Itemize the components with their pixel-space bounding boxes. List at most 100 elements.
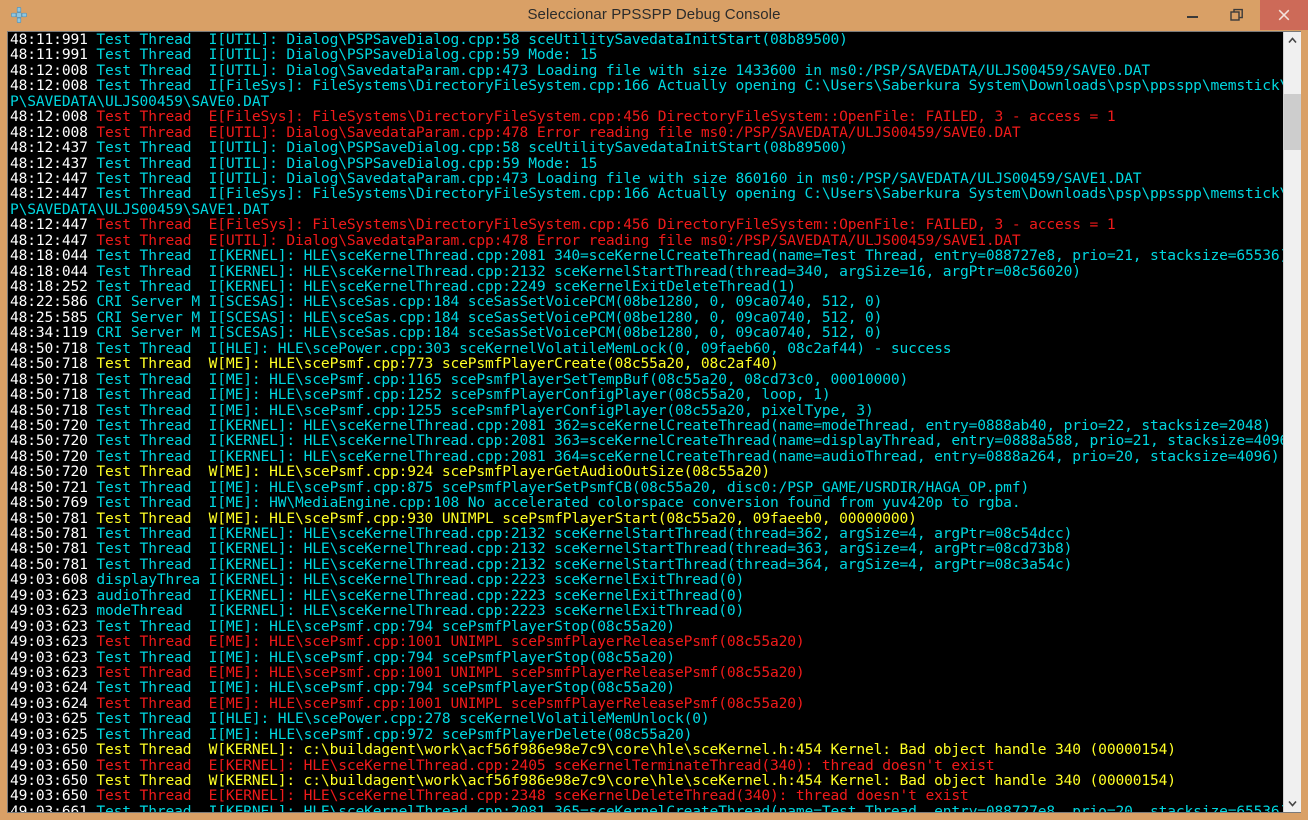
scrollbar-thumb[interactable] bbox=[1284, 94, 1301, 150]
log-timestamp: 49:03:623 bbox=[10, 586, 97, 604]
scrollbar-track[interactable] bbox=[1284, 49, 1301, 795]
log-thread-name: Test Thread bbox=[96, 802, 209, 812]
console-log-line: P\SAVEDATA\ULJS00459\SAVE0.DAT bbox=[10, 94, 1283, 109]
log-thread-name: Test Thread bbox=[96, 432, 209, 450]
log-message: I[ME]: HLE\scePsmf.cpp:875 scePsmfPlayer… bbox=[208, 478, 1030, 496]
console-log-line: 49:03:623 Test Thread E[ME]: HLE\scePsmf… bbox=[10, 665, 1283, 680]
log-message: I[ME]: HLE\scePsmf.cpp:794 scePsmfPlayer… bbox=[208, 617, 676, 635]
log-message: I[ME]: HLE\scePsmf.cpp:1252 scePsmfPlaye… bbox=[208, 386, 831, 404]
log-message: W[KERNEL]: c:\buildagent\work\acf56f986e… bbox=[208, 772, 1176, 789]
log-thread-name: Test Thread bbox=[96, 108, 209, 126]
log-timestamp: 49:03:623 bbox=[10, 602, 97, 620]
log-message: E[KERNEL]: HLE\sceKernelThread.cpp:2348 … bbox=[208, 787, 969, 805]
console-log-line: 49:03:623 audioThread I[KERNEL]: HLE\sce… bbox=[10, 588, 1283, 603]
console-log-line: 49:03:625 Test Thread I[HLE]: HLE\scePow… bbox=[10, 711, 1283, 726]
log-thread-name: Test Thread bbox=[96, 231, 209, 249]
console-log-line: 48:12:447 Test Thread E[FileSys]: FileSy… bbox=[10, 217, 1283, 232]
console-log-line: 48:18:252 Test Thread I[KERNEL]: HLE\sce… bbox=[10, 279, 1283, 294]
log-timestamp: 49:03:650 bbox=[10, 741, 97, 759]
log-message: E[KERNEL]: HLE\sceKernelThread.cpp:2405 … bbox=[208, 756, 995, 774]
log-message: I[ME]: HLE\scePsmf.cpp:794 scePsmfPlayer… bbox=[208, 679, 676, 697]
log-thread-name: Test Thread bbox=[96, 663, 209, 681]
log-timestamp: 48:12:008 bbox=[10, 108, 97, 126]
log-message: I[KERNEL]: HLE\sceKernelThread.cpp:2223 … bbox=[208, 571, 745, 589]
close-icon bbox=[1278, 9, 1290, 21]
console-log-line: 48:50:720 Test Thread I[KERNEL]: HLE\sce… bbox=[10, 433, 1283, 448]
scroll-up-arrow-button[interactable] bbox=[1284, 32, 1301, 49]
console-scrollbar[interactable] bbox=[1283, 32, 1301, 812]
log-thread-name: Test Thread bbox=[96, 386, 209, 404]
scroll-down-arrow-button[interactable] bbox=[1284, 795, 1301, 812]
log-thread-name: Test Thread bbox=[96, 741, 209, 759]
log-thread-name: Test Thread bbox=[96, 370, 209, 388]
log-message: I[KERNEL]: HLE\sceKernelThread.cpp:2249 … bbox=[208, 278, 796, 295]
log-thread-name: audioThread bbox=[96, 586, 209, 604]
log-thread-name: Test Thread bbox=[96, 756, 209, 774]
chevron-up-icon bbox=[1288, 37, 1297, 44]
log-thread-name: Test Thread bbox=[96, 710, 209, 728]
log-thread-name: Test Thread bbox=[96, 154, 209, 172]
log-message: W[ME]: HLE\scePsmf.cpp:773 scePsmfPlayer… bbox=[208, 355, 779, 373]
restore-button[interactable] bbox=[1215, 0, 1260, 30]
log-thread-name: Test Thread bbox=[96, 77, 209, 95]
console-log-line: 48:50:718 Test Thread W[ME]: HLE\scePsmf… bbox=[10, 356, 1283, 371]
log-message: P\SAVEDATA\ULJS00459\SAVE0.DAT bbox=[10, 92, 270, 110]
log-thread-name: Test Thread bbox=[96, 355, 209, 373]
log-thread-name: Test Thread bbox=[96, 216, 209, 234]
log-message: W[KERNEL]: c:\buildagent\work\acf56f986e… bbox=[208, 741, 1176, 759]
console-log-line: 48:12:008 Test Thread E[UTIL]: Dialog\Sa… bbox=[10, 124, 1283, 140]
log-timestamp: 48:50:718 bbox=[10, 370, 97, 388]
minimize-icon bbox=[1187, 15, 1198, 18]
log-timestamp: 48:18:044 bbox=[10, 262, 97, 280]
log-message: I[UTIL]: Dialog\PSPSaveDialog.cpp:58 sce… bbox=[208, 139, 848, 157]
close-button[interactable] bbox=[1260, 0, 1308, 30]
log-timestamp: 48:12:447 bbox=[10, 216, 97, 234]
log-message: P\SAVEDATA\ULJS00459\SAVE1.DAT bbox=[10, 200, 270, 218]
log-timestamp: 49:03:650 bbox=[10, 787, 97, 805]
log-message: I[SCESAS]: HLE\sceSas.cpp:184 sceSasSetV… bbox=[208, 308, 883, 326]
console-log-line: 49:03:650 Test Thread E[KERNEL]: HLE\sce… bbox=[10, 756, 1283, 774]
log-thread-name: Test Thread bbox=[96, 648, 209, 666]
log-timestamp: 48:50:781 bbox=[10, 555, 97, 573]
log-message: I[UTIL]: Dialog\SavedataParam.cpp:473 Lo… bbox=[208, 61, 1151, 79]
log-message: E[ME]: HLE\scePsmf.cpp:1001 UNIMPL scePs… bbox=[208, 694, 805, 712]
console-log-line: 48:50:781 Test Thread W[ME]: HLE\scePsmf… bbox=[10, 509, 1283, 527]
log-timestamp: 48:50:720 bbox=[10, 463, 97, 481]
log-timestamp: 48:12:447 bbox=[10, 185, 97, 203]
title-bar[interactable]: Seleccionar PPSSPP Debug Console bbox=[0, 0, 1308, 30]
log-timestamp: 48:50:769 bbox=[10, 494, 97, 512]
console-log-line: 49:03:624 Test Thread I[ME]: HLE\scePsmf… bbox=[10, 680, 1283, 695]
log-timestamp: 48:25:585 bbox=[10, 308, 97, 326]
console-log-line: 48:50:720 Test Thread I[KERNEL]: HLE\sce… bbox=[10, 449, 1283, 464]
log-message: W[ME]: HLE\scePsmf.cpp:930 UNIMPL scePsm… bbox=[208, 509, 917, 527]
log-thread-name: Test Thread bbox=[96, 46, 209, 64]
log-timestamp: 49:03:608 bbox=[10, 571, 97, 589]
window-controls bbox=[1170, 0, 1308, 30]
console-log-line: 49:03:661 Test Thread I[KERNEL]: HLE\sce… bbox=[10, 804, 1283, 812]
console-log-line: 48:50:718 Test Thread I[ME]: HLE\scePsmf… bbox=[10, 401, 1283, 419]
console-log-line: 48:50:721 Test Thread I[ME]: HLE\scePsmf… bbox=[10, 478, 1283, 496]
log-thread-name: Test Thread bbox=[96, 509, 209, 527]
console-log-line: 48:12:008 Test Thread E[FileSys]: FileSy… bbox=[10, 109, 1283, 124]
log-message: I[UTIL]: Dialog\PSPSaveDialog.cpp:59 Mod… bbox=[208, 46, 598, 64]
console-log-line: 48:50:781 Test Thread I[KERNEL]: HLE\sce… bbox=[10, 541, 1283, 556]
console-log-output[interactable]: 48:11:991 Test Thread I[UTIL]: Dialog\PS… bbox=[8, 32, 1283, 812]
console-log-line: 49:03:608 displayThrea I[KERNEL]: HLE\sc… bbox=[10, 572, 1283, 587]
log-timestamp: 48:50:781 bbox=[10, 509, 97, 527]
log-timestamp: 49:03:623 bbox=[10, 663, 97, 681]
window-title: Seleccionar PPSSPP Debug Console bbox=[527, 6, 781, 23]
log-timestamp: 48:12:447 bbox=[10, 231, 97, 249]
console-area: 48:11:991 Test Thread I[UTIL]: Dialog\PS… bbox=[7, 31, 1301, 813]
log-timestamp: 48:18:044 bbox=[10, 247, 97, 265]
log-thread-name: Test Thread bbox=[96, 416, 209, 434]
minimize-button[interactable] bbox=[1170, 0, 1215, 30]
log-message: I[ME]: HLE\scePsmf.cpp:1255 scePsmfPlaye… bbox=[208, 401, 874, 419]
console-log-line: 49:03:650 Test Thread W[KERNEL]: c:\buil… bbox=[10, 742, 1283, 757]
console-log-line: 49:03:625 Test Thread I[ME]: HLE\scePsmf… bbox=[10, 726, 1283, 742]
console-log-line: 48:12:447 Test Thread I[FileSys]: FileSy… bbox=[10, 186, 1283, 201]
log-timestamp: 48:50:720 bbox=[10, 447, 97, 465]
chevron-down-icon bbox=[1288, 800, 1297, 807]
log-message: I[KERNEL]: HLE\sceKernelThread.cpp:2081 … bbox=[208, 447, 1280, 465]
console-log-line: 49:03:650 Test Thread W[KERNEL]: c:\buil… bbox=[10, 773, 1283, 788]
log-timestamp: 48:12:008 bbox=[10, 61, 97, 79]
